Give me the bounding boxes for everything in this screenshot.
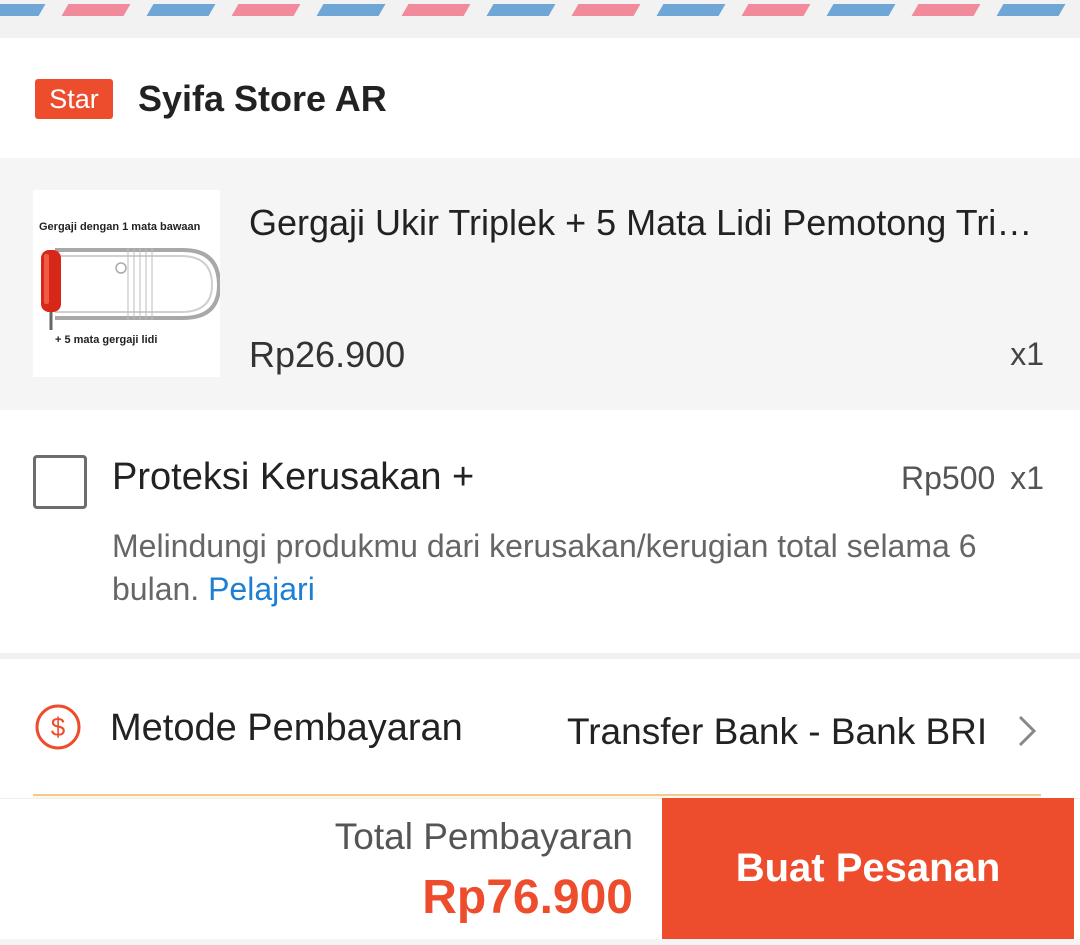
svg-text:$: $ [51,712,66,742]
shop-name[interactable]: Syifa Store AR [138,78,387,120]
star-badge: Star [35,79,113,119]
stripe-segment [146,4,216,16]
protection-price: Rp500 [901,460,996,496]
total-payment-value: Rp76.900 [422,871,633,924]
product-thumbnail[interactable]: Gergaji dengan 1 mata bawaan + 5 mata ge… [33,190,220,377]
stripe-segment [61,4,131,16]
place-order-button[interactable]: Buat Pesanan [662,798,1074,939]
image-caption-bottom: + 5 mata gergaji lidi [55,334,157,346]
bottom-edge [0,939,1080,945]
total-payment-label: Total Pembayaran [334,816,633,857]
stripe-segment [656,4,726,16]
stripe-segment [231,4,301,16]
address-envelope-stripe [0,0,1080,38]
chevron-right-icon[interactable] [1016,713,1038,749]
product-quantity: x1 [1010,336,1044,372]
stripe-segment [0,4,46,16]
stripe-segment [571,4,641,16]
product-price: Rp26.900 [249,334,406,375]
saw-product-image: Gergaji dengan 1 mata bawaan + 5 mata ge… [33,190,220,377]
learn-more-link[interactable]: Pelajari [208,571,315,607]
payment-method-value[interactable]: Transfer Bank - Bank BRI [567,711,987,753]
stripe-segment [401,4,471,16]
stripe-segment [486,4,556,16]
protection-checkbox[interactable] [33,455,87,509]
protection-description: Melindungi produkmu dari kerusakan/kerug… [112,525,1042,611]
stripe-segment [996,4,1066,16]
protection-title[interactable]: Proteksi Kerusakan + [112,456,474,499]
stripe-segment [316,4,386,16]
protection-quantity: x1 [1010,460,1044,496]
image-caption-top: Gergaji dengan 1 mata bawaan [39,221,201,233]
stripe-segment [741,4,811,16]
payment-method-label: Metode Pembayaran [110,707,463,749]
stripe-segment [826,4,896,16]
dollar-circle-icon: $ [35,704,81,750]
product-title[interactable]: Gergaji Ukir Triplek + 5 Mata Lidi Pemot… [249,202,1049,244]
stripe-segment [911,4,981,16]
